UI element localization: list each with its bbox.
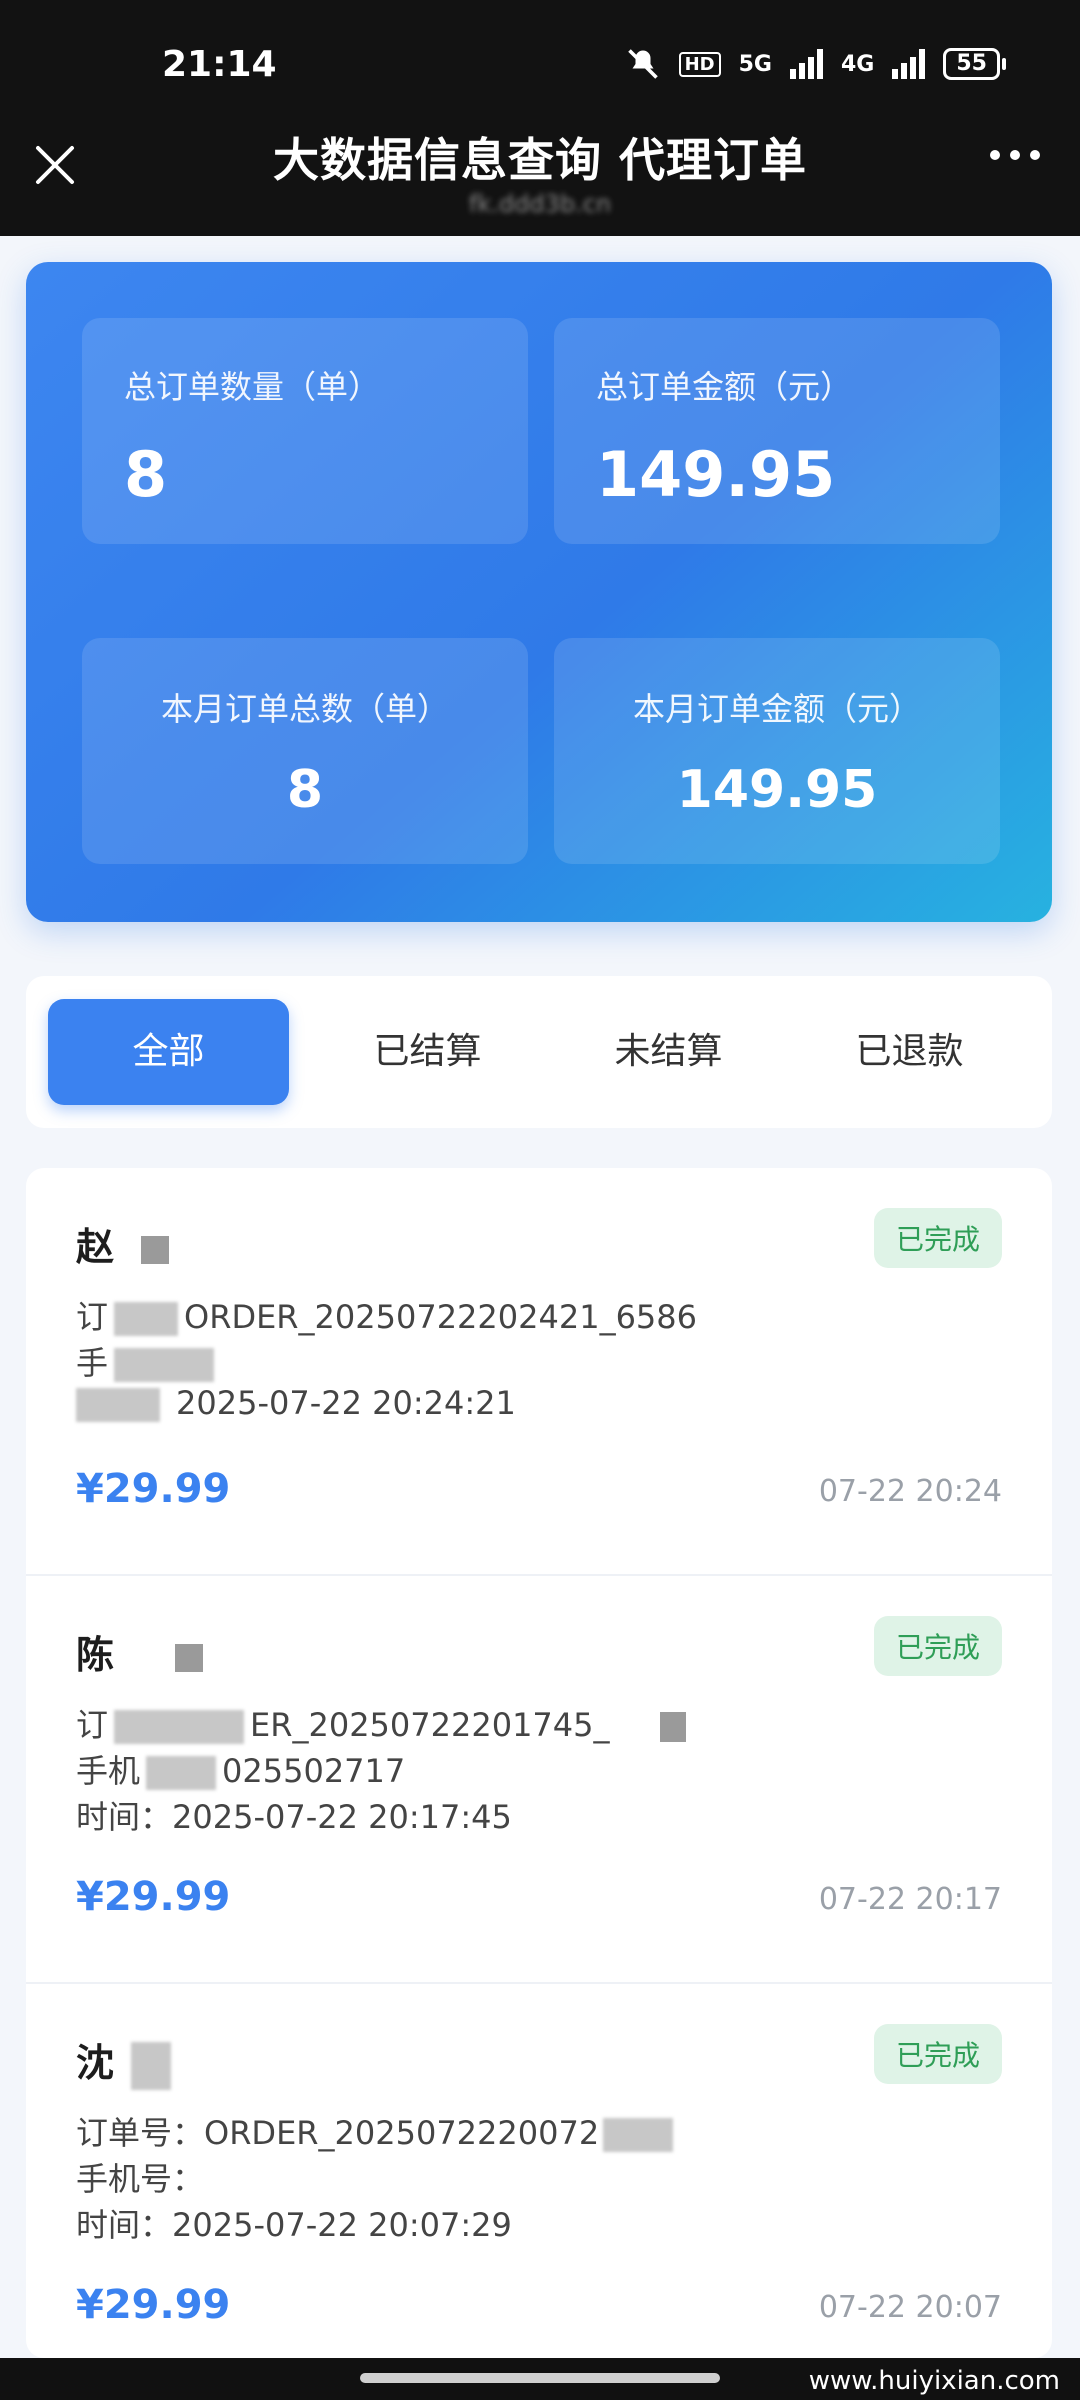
time-line: 2025-07-22 20:24:21 [76, 1384, 516, 1422]
network-5g-label: 5G [738, 51, 772, 77]
order-number-line: 订单号：ORDER_2025072220072 [76, 2108, 674, 2154]
dot-icon [990, 150, 1000, 160]
total-orders-label: 总订单数量（单） [124, 368, 381, 406]
time-line: 时间：2025-07-22 20:07:29 [76, 2206, 512, 2244]
redaction [141, 1235, 170, 1264]
month-amount-label: 本月订单金额（元） [632, 690, 921, 728]
status-badge: 已完成 [873, 2024, 1002, 2084]
home-indicator[interactable] [360, 2373, 720, 2383]
redaction [146, 1756, 217, 1790]
order-card[interactable]: 赵 已完成 订 ORDER_20250722202421_6586 手 2025-… [26, 1168, 1052, 1576]
customer-name: 陈 [76, 1624, 204, 1679]
status-time: 21:14 [162, 44, 277, 85]
phone-line: 手 [76, 1338, 215, 1384]
total-amount-label: 总订单金额（元） [596, 368, 853, 406]
redaction [114, 1348, 215, 1382]
customer-name: 沈 [76, 2032, 172, 2090]
total-orders-box: 总订单数量（单） 8 [82, 318, 528, 544]
status-badge: 已完成 [873, 1616, 1002, 1676]
dot-icon [1030, 150, 1040, 160]
filter-tabs: 全部 已结算 未结算 已退款 [26, 976, 1052, 1128]
phone-line: 手机号： [76, 2160, 205, 2198]
order-price: ¥29.99 [76, 2282, 231, 2328]
watermark: www.huiyixian.com [808, 2366, 1060, 2396]
signal-icon [790, 49, 823, 79]
tab-settled[interactable]: 已结算 [307, 999, 548, 1105]
customer-name-text: 赵 [76, 1225, 115, 1269]
month-orders-label: 本月订单总数（单） [160, 690, 449, 728]
redaction [76, 1388, 160, 1422]
total-amount-value: 149.95 [596, 438, 836, 511]
page-title: 大数据信息查询 代理订单 [272, 133, 807, 187]
order-number-line: 订 ER_20250722201745_ [76, 1700, 686, 1746]
total-amount-box: 总订单金额（元） 149.95 [554, 318, 1000, 544]
customer-name-text: 沈 [76, 2041, 115, 2085]
order-number-line: 订 ORDER_20250722202421_6586 [76, 1298, 697, 1336]
order-timestamp: 07-22 20:24 [818, 1474, 1002, 1509]
order-price: ¥29.99 [76, 1466, 231, 1512]
stats-card: 总订单数量（单） 8 总订单金额（元） 149.95 本月订单总数（单） 8 本… [26, 262, 1052, 922]
redaction [114, 1710, 245, 1744]
total-orders-value: 8 [124, 438, 168, 511]
dot-icon [1010, 150, 1020, 160]
month-amount-box: 本月订单金额（元） 149.95 [554, 638, 1000, 864]
customer-name: 赵 [76, 1216, 170, 1271]
tab-unsettled[interactable]: 未结算 [548, 999, 789, 1105]
mute-bell-icon [627, 49, 658, 79]
month-amount-value: 149.95 [676, 760, 878, 820]
signal-icon [892, 49, 926, 79]
order-list: 赵 已完成 订 ORDER_20250722202421_6586 手 2025-… [26, 1168, 1052, 2358]
redaction [114, 1302, 179, 1336]
top-bar: 21:14 HD 5G 4G 55 大数据信息查询 代理订单 fk.ddd3b.… [0, 0, 1080, 236]
status-badge: 已完成 [873, 1208, 1002, 1268]
redaction [131, 2041, 172, 2090]
month-orders-value: 8 [286, 760, 324, 820]
order-number: ER_20250722201745_ [250, 1706, 610, 1744]
phone-line: 手机 025502717 [76, 1752, 406, 1790]
order-card[interactable]: 沈 已完成 订单号：ORDER_2025072220072 手机号： 时间：20… [26, 1984, 1052, 2358]
order-number: 订单号：ORDER_2025072220072 [76, 2114, 600, 2152]
order-number: ORDER_20250722202421_6586 [184, 1298, 697, 1336]
redaction [603, 2118, 674, 2152]
phone-number: 025502717 [222, 1752, 406, 1790]
more-options-button[interactable] [990, 150, 1040, 160]
order-time: 2025-07-22 20:24:21 [176, 1384, 516, 1422]
redaction [659, 1712, 686, 1742]
order-timestamp: 07-22 20:07 [818, 2290, 1002, 2325]
customer-name-text: 陈 [76, 1633, 115, 1677]
order-price: ¥29.99 [76, 1874, 231, 1920]
tab-refunded[interactable]: 已退款 [789, 999, 1030, 1105]
time-line: 时间：2025-07-22 20:17:45 [76, 1798, 512, 1836]
network-4g-label: 4G [841, 51, 875, 77]
hd-icon: HD [678, 51, 721, 77]
order-card[interactable]: 陈 已完成 订 ER_20250722201745_ 手机 025502717 时间… [26, 1576, 1052, 1984]
page-url: fk.ddd3b.cn [468, 190, 612, 218]
status-icons: HD 5G 4G 55 [625, 46, 1006, 82]
order-timestamp: 07-22 20:17 [818, 1882, 1002, 1917]
redaction [175, 1643, 204, 1672]
tab-all[interactable]: 全部 [48, 999, 289, 1105]
month-orders-box: 本月订单总数（单） 8 [82, 638, 528, 864]
battery-icon: 55 [943, 48, 1006, 80]
